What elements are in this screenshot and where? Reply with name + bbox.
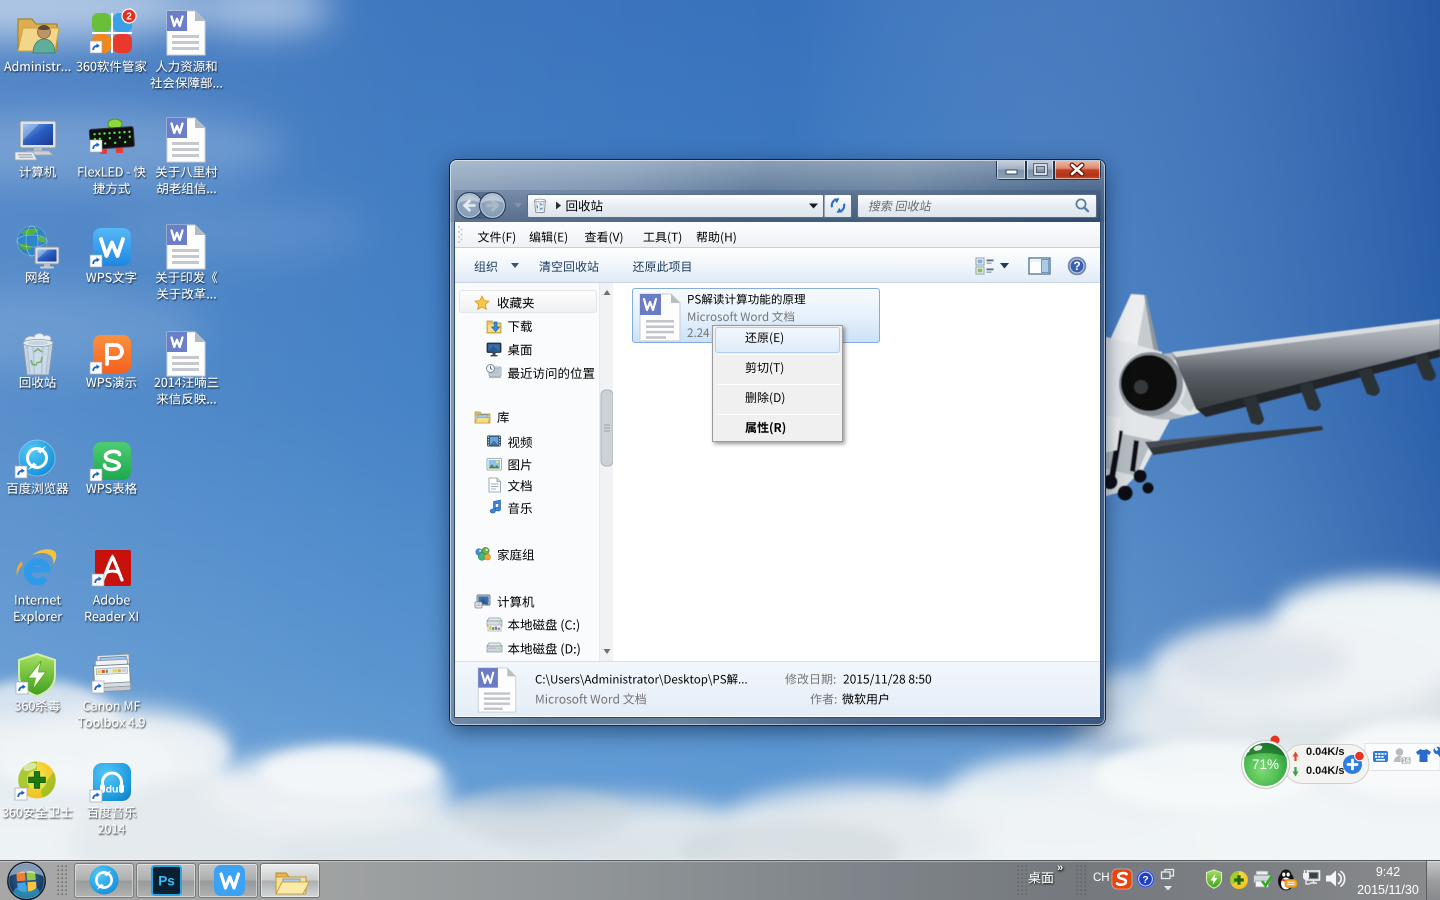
- svg-text:2: 2: [126, 12, 132, 23]
- svg-text:?: ?: [1142, 874, 1148, 886]
- svg-text:16: 16: [1402, 758, 1410, 765]
- svg-text:?: ?: [1073, 259, 1080, 273]
- svg-text:du: du: [106, 784, 119, 796]
- svg-text:Ps: Ps: [158, 874, 175, 889]
